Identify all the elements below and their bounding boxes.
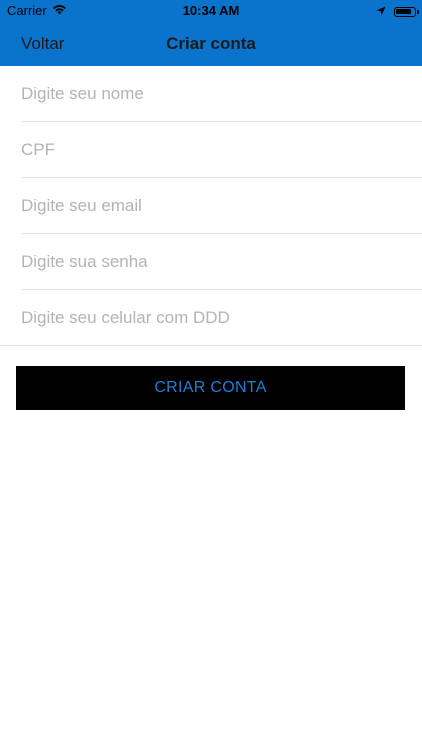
- divider: [0, 345, 422, 346]
- page-title: Criar conta: [166, 34, 256, 53]
- field-row-password: [0, 234, 422, 290]
- create-account-button[interactable]: CRIAR CONTA: [16, 366, 405, 410]
- location-arrow-icon: [376, 4, 386, 19]
- top-bar: Carrier 10:34 AM Voltar Criar conta: [0, 0, 422, 66]
- create-account-screen: Carrier 10:34 AM Voltar Criar conta Digi…: [0, 0, 422, 750]
- field-row-name: [0, 66, 422, 122]
- name-input[interactable]: [21, 66, 401, 121]
- status-time: 10:34 AM: [182, 3, 240, 18]
- phone-input[interactable]: [21, 290, 401, 345]
- cpf-input[interactable]: [21, 122, 401, 177]
- field-row-phone: [0, 290, 422, 346]
- battery-tip: [417, 9, 419, 14]
- field-row-email: [0, 178, 422, 234]
- battery-icon: [394, 6, 419, 17]
- navigation-bar: Voltar Criar conta: [0, 22, 422, 66]
- status-right-group: [376, 4, 419, 19]
- field-row-cpf: [0, 122, 422, 178]
- email-input[interactable]: [21, 178, 401, 233]
- battery-level: [396, 8, 411, 14]
- password-input[interactable]: [21, 234, 401, 289]
- status-bar: Carrier 10:34 AM: [0, 0, 422, 22]
- signup-form: [0, 66, 422, 346]
